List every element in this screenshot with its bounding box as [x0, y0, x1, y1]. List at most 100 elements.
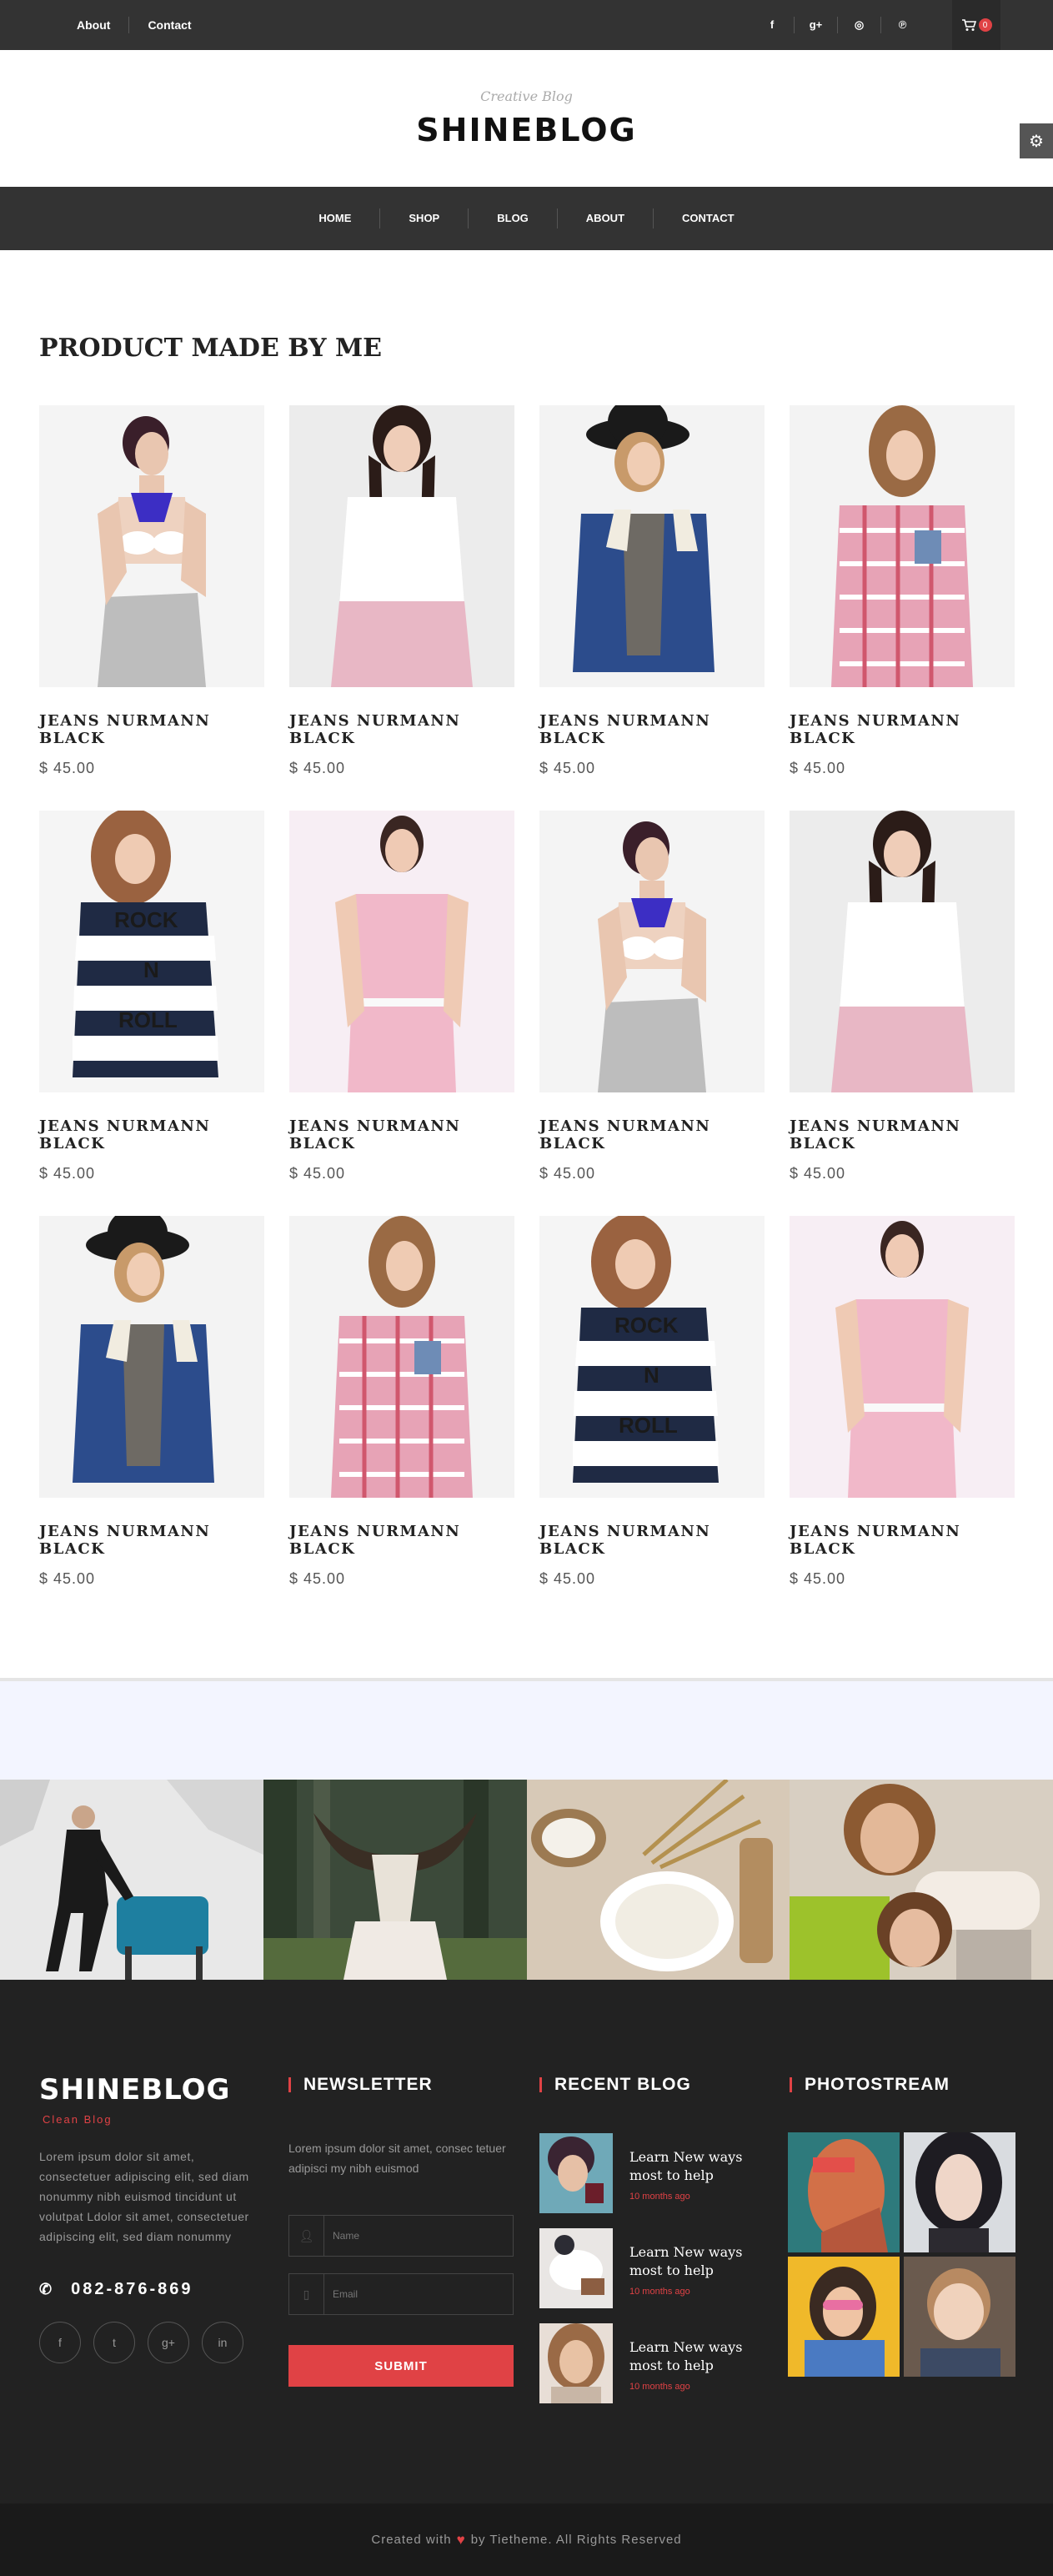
product-price: $ 45.00: [39, 1165, 96, 1182]
nav-item-contact[interactable]: CONTACT: [653, 208, 763, 228]
product-name[interactable]: JEANS NURMANN BLACK: [289, 1117, 514, 1152]
google-plus-icon[interactable]: g+: [148, 2322, 189, 2363]
blog-date: 10 months ago: [629, 2287, 690, 2297]
blog-title[interactable]: Learn New ways most to help: [629, 2338, 755, 2375]
nav-item-shop[interactable]: SHOP: [379, 208, 468, 228]
product-card[interactable]: JEANS NURMANN BLACK $ 45.00: [539, 811, 765, 1207]
photostream-photo[interactable]: [788, 2132, 900, 2252]
facebook-icon[interactable]: f: [750, 17, 794, 33]
product-name[interactable]: JEANS NURMANN BLACK: [790, 712, 1015, 747]
blog-thumbnail: [539, 2228, 613, 2308]
twitter-icon[interactable]: t: [93, 2322, 135, 2363]
product-image[interactable]: [790, 405, 1015, 687]
product-card[interactable]: JEANS NURMANN BLACK $ 45.00: [39, 405, 264, 801]
site-footer: SHINEBLOG Clean Blog Lorem ipsum dolor s…: [0, 1980, 1053, 2503]
copyright-text-after: by Tietheme. All Rights Reserved: [470, 2533, 682, 2547]
recent-blog-item[interactable]: Learn New ways most to help 10 months ag…: [539, 2228, 765, 2308]
product-image[interactable]: ROCK N ROLL: [39, 811, 264, 1092]
submit-button[interactable]: SUBMIT: [288, 2345, 514, 2387]
product-card[interactable]: JEANS NURMANN BLACK $ 45.00: [39, 1216, 264, 1612]
product-image[interactable]: [790, 1216, 1015, 1498]
gear-icon[interactable]: ⚙: [1020, 123, 1053, 158]
product-card[interactable]: JEANS NURMANN BLACK $ 45.00: [289, 405, 514, 801]
top-bar: About Contact f g+ ◎ ℗ 0: [0, 0, 1053, 50]
product-price: $ 45.00: [790, 1570, 846, 1587]
product-image[interactable]: [539, 405, 765, 687]
photostream-photo[interactable]: [788, 2257, 900, 2377]
footer-about-text: Lorem ipsum dolor sit amet, consectetuer…: [39, 2150, 249, 2243]
svg-text:N: N: [644, 1363, 659, 1388]
svg-text:ROLL: ROLL: [118, 1007, 178, 1032]
phone-number: 082-876-869: [71, 2280, 193, 2298]
photostream-photo[interactable]: [904, 2132, 1015, 2252]
product-price: $ 45.00: [539, 1165, 596, 1182]
product-name[interactable]: JEANS NURMANN BLACK: [39, 712, 264, 747]
product-image[interactable]: [289, 811, 514, 1092]
blog-title[interactable]: Learn New ways most to help: [629, 2243, 755, 2280]
blog-title[interactable]: Learn New ways most to help: [629, 2148, 755, 2185]
instagram-strip: [0, 1780, 1053, 1980]
name-field[interactable]: 👤︎ Name: [288, 2215, 514, 2257]
product-price: $ 45.00: [289, 1165, 346, 1182]
email-placeholder: Email: [333, 2288, 359, 2300]
product-image[interactable]: [289, 405, 514, 687]
product-name[interactable]: JEANS NURMANN BLACK: [790, 1117, 1015, 1152]
linkedin-icon[interactable]: in: [202, 2322, 243, 2363]
copyright-bar: Created with ♥ by Tietheme. All Rights R…: [0, 2503, 1053, 2576]
nav-item-about[interactable]: ABOUT: [556, 208, 653, 228]
newsletter-text: Lorem ipsum dolor sit amet, consec tetue…: [288, 2142, 506, 2175]
product-card[interactable]: ROCK N ROLL JEANS NURMANN BLACK $ 45.00: [39, 811, 264, 1207]
about-link[interactable]: About: [58, 17, 128, 33]
product-card[interactable]: JEANS NURMANN BLACK $ 45.00: [289, 811, 514, 1207]
product-card[interactable]: JEANS NURMANN BLACK $ 45.00: [790, 811, 1015, 1207]
svg-text:ROCK: ROCK: [614, 1313, 679, 1338]
product-name[interactable]: JEANS NURMANN BLACK: [539, 1523, 765, 1558]
contact-link[interactable]: Contact: [128, 17, 209, 33]
product-card[interactable]: JEANS NURMANN BLACK $ 45.00: [790, 1216, 1015, 1612]
product-image[interactable]: [539, 811, 765, 1092]
product-card[interactable]: JEANS NURMANN BLACK $ 45.00: [539, 405, 765, 801]
product-name[interactable]: JEANS NURMANN BLACK: [539, 712, 765, 747]
product-card[interactable]: ROCK N ROLL JEANS NURMANN BLACK $ 45.00: [539, 1216, 765, 1612]
product-name[interactable]: JEANS NURMANN BLACK: [790, 1523, 1015, 1558]
product-name[interactable]: JEANS NURMANN BLACK: [289, 712, 514, 747]
facebook-icon[interactable]: f: [39, 2322, 81, 2363]
product-card[interactable]: JEANS NURMANN BLACK $ 45.00: [289, 1216, 514, 1612]
phone-icon: ✆: [39, 2281, 55, 2297]
product-name[interactable]: JEANS NURMANN BLACK: [289, 1523, 514, 1558]
recent-blog-item[interactable]: Learn New ways most to help 10 months ag…: [539, 2323, 765, 2403]
dribbble-icon[interactable]: ◎: [837, 17, 880, 33]
email-field[interactable]: ▯ Email: [288, 2273, 514, 2315]
cart-button[interactable]: 0: [952, 0, 1000, 50]
site-header: Creative Blog SHINEBLOG: [0, 50, 1053, 187]
top-social: f g+ ◎ ℗: [750, 0, 924, 50]
product-name[interactable]: JEANS NURMANN BLACK: [39, 1523, 264, 1558]
newsletter-heading: NEWSLETTER: [288, 2075, 433, 2095]
svg-text:ROCK: ROCK: [114, 907, 178, 932]
strip-photo-couch[interactable]: [790, 1780, 1053, 1980]
nav-item-blog[interactable]: BLOG: [468, 208, 557, 228]
products-title: PRODUCT MADE BY ME: [39, 334, 383, 363]
product-name[interactable]: JEANS NURMANN BLACK: [539, 1117, 765, 1152]
strip-photo-skull[interactable]: [263, 1780, 527, 1980]
site-logo[interactable]: SHINEBLOG: [0, 112, 1053, 148]
blog-thumbnail: [539, 2133, 613, 2213]
name-placeholder: Name: [333, 2230, 360, 2242]
photostream-photo[interactable]: [904, 2257, 1015, 2377]
cart-icon: [961, 19, 976, 31]
footer-phone: ✆ 082-876-869: [39, 2280, 193, 2299]
product-image[interactable]: ROCK N ROLL: [539, 1216, 765, 1498]
product-name[interactable]: JEANS NURMANN BLACK: [39, 1117, 264, 1152]
footer-logo[interactable]: SHINEBLOG: [39, 2073, 230, 2106]
strip-photo-flour[interactable]: [526, 1780, 790, 1980]
product-card[interactable]: JEANS NURMANN BLACK $ 45.00: [790, 405, 1015, 801]
product-image[interactable]: [790, 811, 1015, 1092]
product-image[interactable]: [289, 1216, 514, 1498]
product-image[interactable]: [39, 1216, 264, 1498]
nav-item-home[interactable]: HOME: [290, 208, 379, 228]
google-plus-icon[interactable]: g+: [794, 17, 837, 33]
pinterest-icon[interactable]: ℗: [880, 17, 924, 33]
recent-blog-item[interactable]: Learn New ways most to help 10 months ag…: [539, 2133, 765, 2213]
product-image[interactable]: [39, 405, 264, 687]
strip-photo-suit[interactable]: [0, 1780, 263, 1980]
